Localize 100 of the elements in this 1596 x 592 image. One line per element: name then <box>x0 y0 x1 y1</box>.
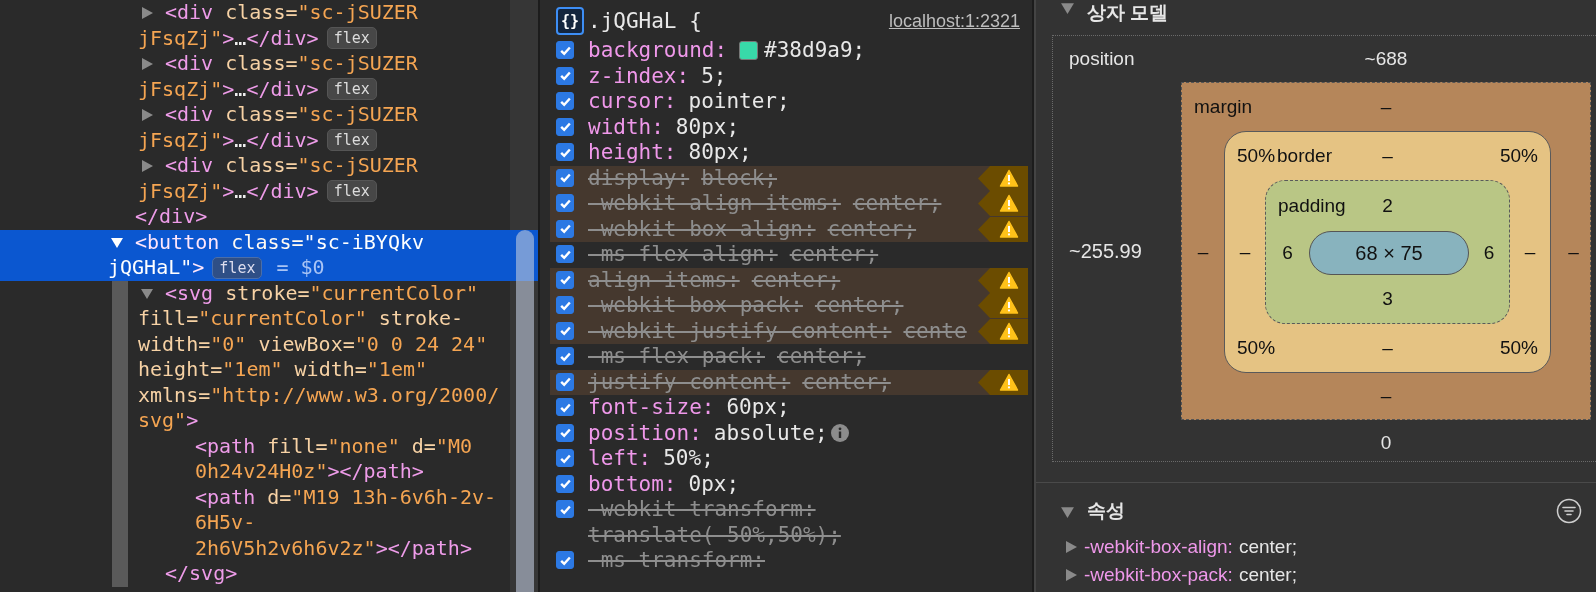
property-name[interactable]: left: <box>588 446 652 470</box>
toggle-icon[interactable] <box>140 56 154 71</box>
flex-badge[interactable]: flex <box>326 78 377 101</box>
checkbox[interactable] <box>556 143 574 161</box>
radius-value[interactable]: 50% <box>1237 145 1276 167</box>
property-value[interactable]: 5; <box>701 63 727 89</box>
border-value[interactable]: – <box>1382 337 1393 359</box>
property-name[interactable]: -ms-flex-pack: <box>588 344 765 368</box>
box-label: position <box>1069 48 1136 70</box>
toggle-icon[interactable] <box>1064 568 1078 582</box>
markup-line: jFsqZj">…</div> <box>138 127 319 153</box>
warning-icon[interactable] <box>978 369 1028 395</box>
property-name[interactable]: position: <box>588 420 702 445</box>
radius-value[interactable]: 50% <box>1237 337 1383 359</box>
content-size[interactable]: 68 × 75 <box>1309 231 1469 275</box>
flex-badge[interactable]: flex <box>326 180 377 203</box>
source-link[interactable]: localhost:1:2321 <box>888 10 1020 32</box>
flex-badge[interactable]: flex <box>326 129 377 152</box>
padding-value[interactable]: 3 <box>1382 288 1393 310</box>
warning-icon[interactable] <box>978 216 1028 242</box>
property-value[interactable]: absolute; <box>713 420 828 446</box>
property-name[interactable]: height: <box>588 140 677 164</box>
property-name[interactable]: -ms-flex-align: <box>588 242 778 266</box>
property-name[interactable]: z-index: <box>588 63 690 88</box>
padding-value[interactable]: 6 <box>1266 242 1309 264</box>
property-value[interactable]: 50%; <box>663 446 714 472</box>
property-name[interactable]: -ms-transform: <box>588 548 765 572</box>
property-name[interactable]: -webkit-transform: <box>588 497 816 521</box>
property-value[interactable]: #38d9a9; <box>764 38 866 64</box>
property-value[interactable]: 80px; <box>688 140 752 166</box>
toggle-icon[interactable] <box>110 235 124 250</box>
flex-badge[interactable]: flex <box>326 27 377 50</box>
checkbox[interactable] <box>556 245 574 263</box>
checkbox[interactable] <box>556 551 574 569</box>
warning-icon[interactable] <box>978 191 1028 216</box>
toggle-icon[interactable] <box>140 5 154 20</box>
checkbox[interactable] <box>556 66 574 85</box>
property-value[interactable]: center; <box>777 344 866 370</box>
checkbox[interactable] <box>556 347 574 365</box>
margin-value[interactable]: – <box>1380 385 1392 407</box>
scrollbar-thumb[interactable] <box>516 230 534 592</box>
border-value[interactable]: – <box>1382 145 1393 167</box>
property-name: -webkit-box-pack: <box>1084 564 1233 586</box>
property-value[interactable]: 60px; <box>726 395 790 421</box>
check-icon <box>558 375 572 388</box>
border-value[interactable]: – <box>1225 241 1265 263</box>
checkbox[interactable] <box>556 321 574 340</box>
margin-value[interactable]: – <box>1551 241 1596 263</box>
warning-icon[interactable] <box>978 293 1028 318</box>
color-swatch[interactable] <box>739 41 759 60</box>
padding-value[interactable]: 2 <box>1382 195 1393 217</box>
property-value[interactable]: center; <box>789 242 879 268</box>
checkbox[interactable] <box>556 194 574 212</box>
box-label: padding <box>1278 195 1347 217</box>
margin-value[interactable]: – <box>1380 96 1392 118</box>
property-value[interactable]: 80px; <box>675 114 740 140</box>
checkbox[interactable] <box>556 474 574 493</box>
toggle-icon[interactable] <box>1060 0 1075 15</box>
toggle-icon[interactable] <box>140 107 154 122</box>
checkbox[interactable] <box>556 117 574 136</box>
checkbox[interactable] <box>556 500 574 518</box>
toggle-icon[interactable] <box>140 286 154 301</box>
radius-value[interactable]: 50% <box>1499 337 1538 359</box>
flex-badge[interactable]: flex <box>212 256 263 279</box>
checkbox[interactable] <box>556 398 574 416</box>
markup-line: jFsqZj">…</div> <box>138 25 319 51</box>
info-icon[interactable] <box>829 422 850 443</box>
position-value[interactable]: ~688 <box>1364 48 1408 70</box>
selected-node-row[interactable]: <button class="sc-iBYQkv jQGHaL"> flex = $0 <box>0 229 538 281</box>
checkbox[interactable] <box>556 168 574 187</box>
border-value[interactable]: – <box>1510 241 1550 263</box>
margin-value[interactable]: – <box>1182 241 1224 263</box>
property-value[interactable]: pointer; <box>688 89 790 115</box>
checkbox[interactable] <box>556 219 574 238</box>
warning-icon[interactable] <box>978 318 1028 344</box>
toggle-icon[interactable] <box>1064 540 1078 554</box>
property-name[interactable]: width: <box>588 114 664 139</box>
property-name[interactable]: bottom: <box>588 471 677 496</box>
position-value[interactable]: 0 <box>1380 432 1392 454</box>
padding-value[interactable]: 6 <box>1469 242 1509 264</box>
position-value[interactable]: ~255.99 <box>1069 239 1181 263</box>
warning-icon[interactable] <box>978 267 1028 293</box>
checkbox[interactable] <box>556 449 574 467</box>
warning-icon[interactable] <box>978 165 1028 191</box>
filter-icon[interactable] <box>1556 498 1582 524</box>
checkbox[interactable] <box>556 423 574 442</box>
property-name[interactable]: cursor: <box>588 89 677 113</box>
property-value[interactable]: 0px; <box>688 471 740 497</box>
toggle-icon[interactable] <box>140 158 154 173</box>
property-name[interactable]: background: <box>588 38 728 62</box>
checkbox[interactable] <box>556 92 574 110</box>
braces-button[interactable]: {} <box>556 7 584 35</box>
checkbox[interactable] <box>556 372 574 391</box>
property-value[interactable]: translate(-50%,50%); <box>588 522 841 548</box>
checkbox[interactable] <box>556 270 574 289</box>
checkbox[interactable] <box>556 41 574 59</box>
radius-value[interactable]: 50% <box>1499 145 1538 167</box>
checkbox[interactable] <box>556 296 574 314</box>
property-name[interactable]: font-size: <box>588 395 715 419</box>
check-icon <box>558 120 572 133</box>
